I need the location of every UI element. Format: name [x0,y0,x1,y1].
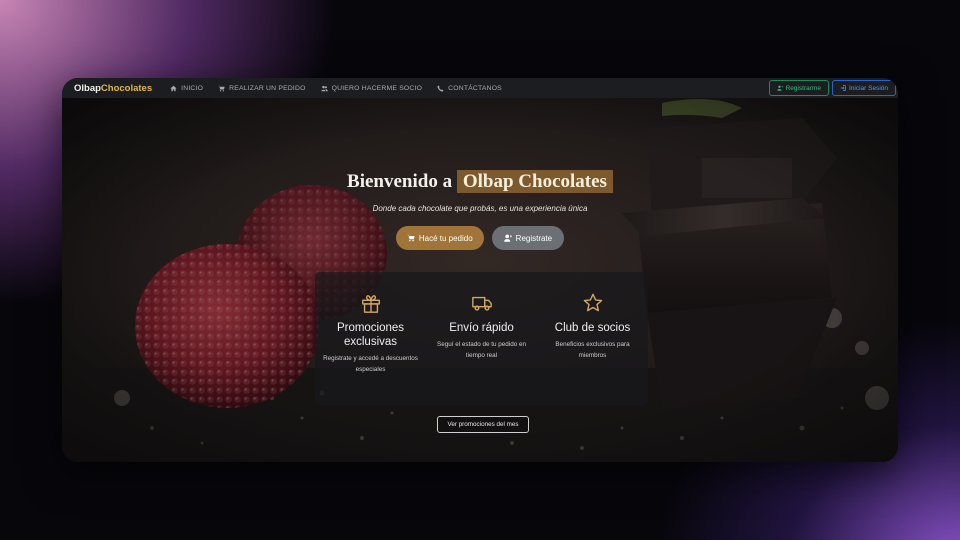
gift-icon [361,295,380,313]
feature-envio: Envío rápido Seguí el estado de tu pedid… [426,292,537,405]
registrate-button-label: Registrate [515,233,553,243]
nav-item-realizar-pedido[interactable]: REALIZAR UN PEDIDO [218,85,306,92]
cta-row: Hacé tu pedido Registrate [62,226,898,250]
login-button-label: Iniciar Sesión [848,84,888,92]
user-plus-icon [776,85,783,91]
brand-name: Olbap [74,82,101,94]
feature-title: Club de socios [554,322,631,334]
nav-item-label: INICIO [181,84,204,92]
phone-icon [437,85,444,92]
order-button-label: Hacé tu pedido [418,233,473,243]
navbar: OlbapChocolates INICIO REALIZAR UN PEDID… [62,78,898,98]
feature-title: Envío rápido [449,322,514,334]
nav-item-hacerme-socio[interactable]: QUIERO HACERME SOCIO [320,84,423,92]
brand-logo[interactable]: OlbapChocolates [74,83,152,94]
features-panel: Promociones exclusivas Registrate y acce… [315,272,648,405]
nav-item-inicio[interactable]: INICIO [170,85,203,92]
login-icon [840,85,846,91]
home-icon [170,85,177,91]
hero-section: Bienvenido a Olbap Chocolates Donde cada… [62,98,898,462]
brand-name-accent: Chocolates [100,82,153,94]
feature-title: Promociones exclusivas [336,322,405,348]
hero-subtitle: Donde cada chocolate que probás, es una … [372,204,588,213]
register-button[interactable]: Registrarme [768,80,829,96]
star-icon [583,293,602,312]
order-button[interactable]: Hacé tu pedido [395,226,484,250]
users-icon [320,85,328,91]
hero-title: Bienvenido a Olbap Chocolates [62,170,898,193]
feature-text: Registrate y accedé a descuentos especia… [323,355,418,373]
hero-title-highlight: Olbap Chocolates [456,170,613,193]
promotions-button[interactable]: Ver promociones del mes [437,416,529,433]
cart-icon [407,234,415,242]
nav-item-label: CONTÁCTANOS [448,84,502,92]
user-plus-icon [503,234,512,242]
truck-icon [471,296,492,311]
login-button[interactable]: Iniciar Sesión [831,80,896,96]
registrate-button[interactable]: Registrate [491,226,565,250]
feature-club: Club de socios Beneficios exclusivos par… [537,292,648,405]
browser-window: OlbapChocolates INICIO REALIZAR UN PEDID… [62,78,898,462]
nav-item-contactanos[interactable]: CONTÁCTANOS [437,85,502,92]
feature-text: Seguí el estado de tu pedido en tiempo r… [437,341,526,359]
cart-icon [218,85,225,91]
register-button-label: Registrarme [785,84,821,92]
nav-item-label: REALIZAR UN PEDIDO [229,84,306,92]
hero-title-prefix: Bienvenido a [347,171,453,192]
feature-promociones: Promociones exclusivas Registrate y acce… [315,292,426,405]
feature-text: Beneficios exclusivos para miembros [555,341,630,359]
nav-item-label: QUIERO HACERME SOCIO [331,84,423,92]
